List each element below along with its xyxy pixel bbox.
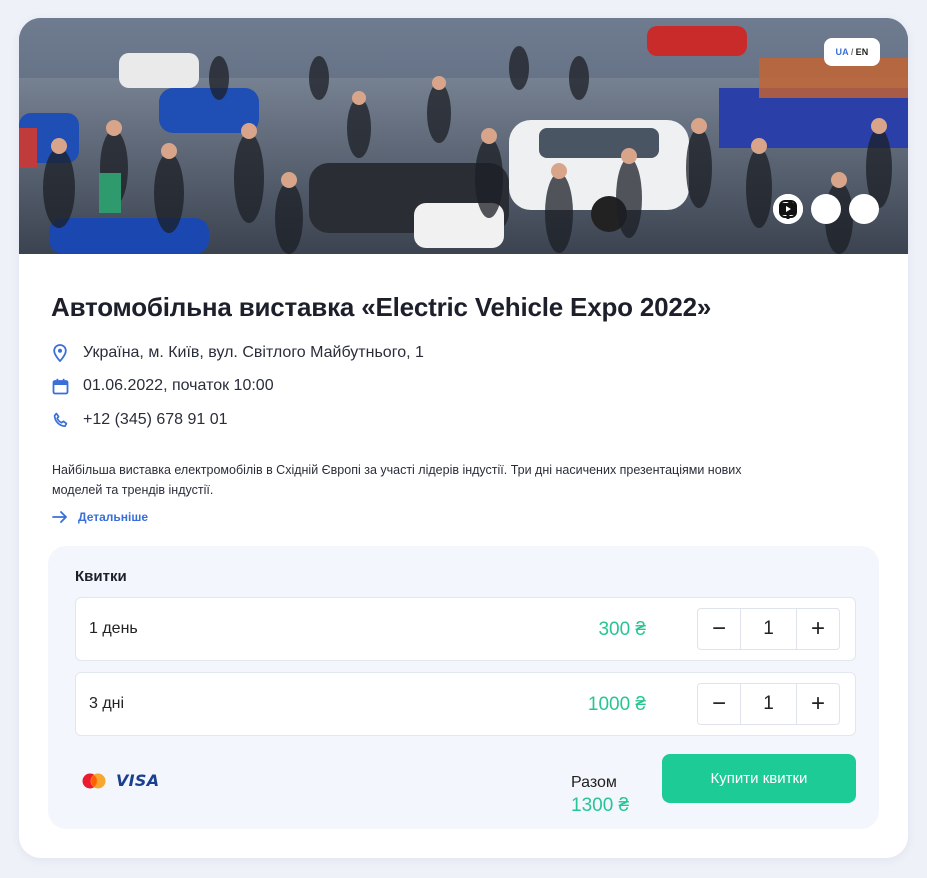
instagram-icon[interactable] (779, 194, 841, 224)
quantity-stepper: − 1 + (697, 683, 840, 725)
event-card: UA / EN Автомобільна виставка «Electric … (19, 18, 908, 858)
ticket-price: 1000 ₴ (587, 694, 646, 715)
ticket-name: 3 дні (89, 695, 125, 712)
quantity-stepper: − 1 + (697, 608, 840, 650)
language-switcher[interactable]: UA / EN (824, 38, 880, 66)
tickets-title: Квитки (75, 568, 127, 585)
visa-icon: VISA (116, 771, 160, 790)
mastercard-icon (82, 773, 106, 788)
payment-methods: VISA (80, 771, 159, 790)
lang-separator: / (850, 47, 854, 57)
total-value: 1300 ₴ (571, 795, 630, 816)
arrow-right-icon (52, 511, 67, 523)
event-date: 01.06.2022, початок 10:00 (83, 377, 274, 394)
ticket-price: 300 ₴ (598, 619, 646, 640)
lang-ua[interactable]: UA (835, 47, 848, 57)
ticket-name: 1 день (89, 620, 138, 637)
ticket-row: 1 день 300 ₴ − 1 + (75, 597, 856, 661)
phone-row: +12 (345) 678 91 01 (51, 411, 228, 429)
total-label: Разом (571, 774, 617, 791)
location-pin-icon (51, 344, 69, 362)
tickets-panel: Квитки 1 день 300 ₴ − 1 + 3 дні 1000 ₴ −… (48, 546, 879, 829)
calendar-icon (51, 377, 69, 395)
lang-en[interactable]: EN (856, 47, 869, 57)
social-links (773, 194, 879, 224)
details-link-label: Детальніше (78, 510, 149, 524)
increase-button[interactable]: + (797, 684, 839, 724)
quantity-value[interactable]: 1 (740, 684, 797, 724)
decrease-button[interactable]: − (698, 684, 740, 724)
hero-image: UA / EN (19, 18, 908, 254)
event-title: Автомобільна виставка «Electric Vehicle … (51, 292, 712, 322)
details-link[interactable]: Детальніше (52, 510, 148, 524)
event-description: Найбільша виставка електромобілів в Схід… (52, 463, 742, 497)
ticket-row: 3 дні 1000 ₴ − 1 + (75, 672, 856, 736)
decrease-button[interactable]: − (698, 609, 740, 649)
phone-icon (51, 411, 69, 429)
date-row: 01.06.2022, початок 10:00 (51, 377, 274, 395)
buy-tickets-button[interactable]: Купити квитки (662, 754, 856, 803)
event-phone[interactable]: +12 (345) 678 91 01 (83, 411, 228, 429)
quantity-value[interactable]: 1 (740, 609, 797, 649)
event-address: Україна, м. Київ, вул. Світлого Майбутнь… (83, 344, 424, 361)
youtube-icon[interactable] (779, 194, 879, 224)
address-row: Україна, м. Київ, вул. Світлого Майбутнь… (51, 344, 424, 362)
increase-button[interactable]: + (797, 609, 839, 649)
